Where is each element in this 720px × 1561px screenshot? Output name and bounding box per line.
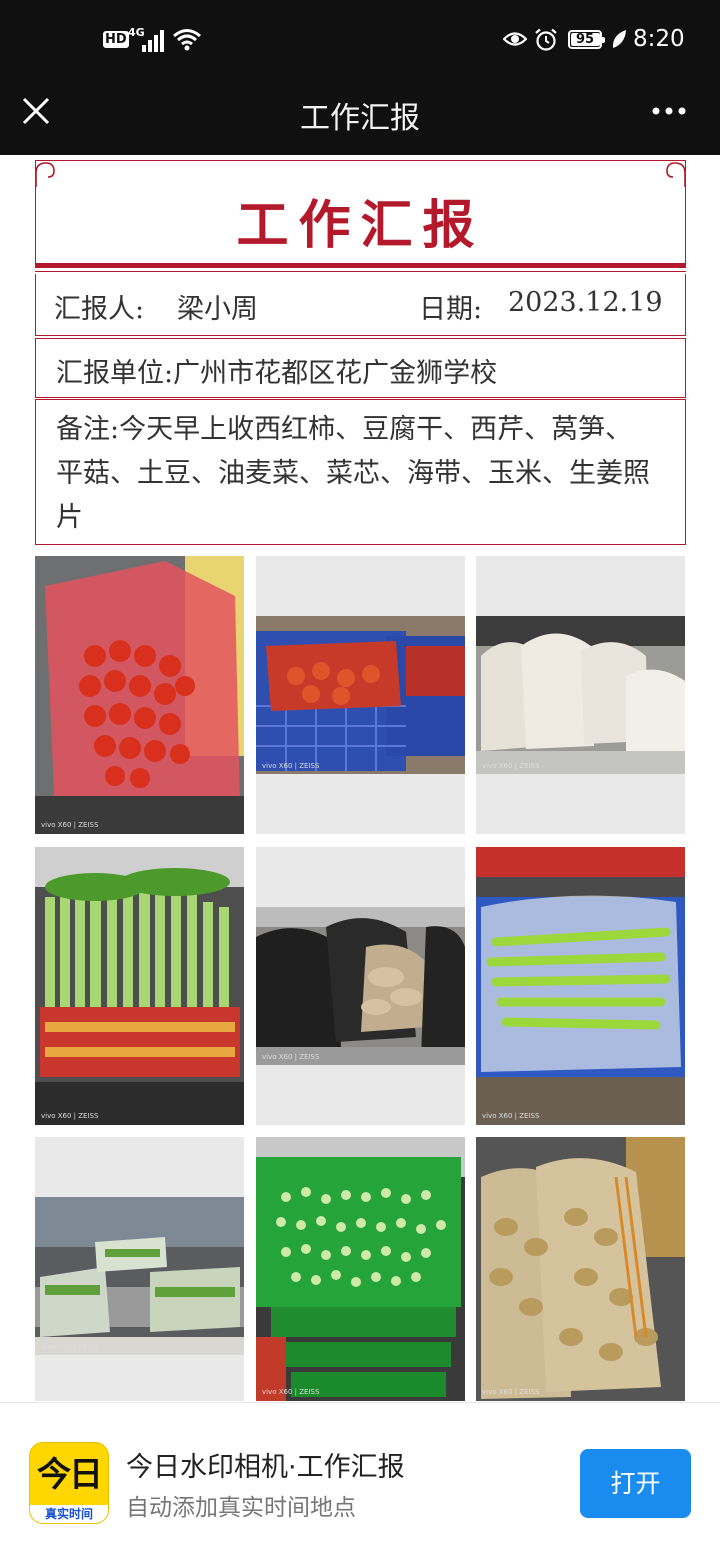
- photo-watermark: vivo X60 | ZEISS: [262, 1388, 320, 1396]
- photo-watermark: vivo X60 | ZEISS: [41, 1112, 99, 1120]
- open-button[interactable]: 打开: [580, 1449, 691, 1518]
- app-name: 今日水印相机·工作汇报: [126, 1452, 405, 1483]
- wifi-icon: [173, 29, 201, 51]
- photo-watermark: vivo X60 | ZEISS: [482, 1388, 540, 1396]
- photo-image: [476, 1137, 685, 1401]
- photo-watermark: vivo X60 | ZEISS: [482, 762, 540, 770]
- photo-grid: vivo X60 | ZEISS vivo X60 | ZEISS vivo X…: [35, 556, 686, 1401]
- photo-choy-sum[interactable]: vivo X60 | ZEISS: [256, 1137, 465, 1401]
- report-header: 工作汇报: [35, 160, 686, 267]
- date-label: 日期:: [419, 294, 483, 325]
- reporter-name: 梁小周: [177, 294, 258, 325]
- photo-image: [256, 1137, 465, 1401]
- photo-image: [35, 847, 244, 1125]
- more-icon[interactable]: [651, 106, 687, 116]
- report-unit: 汇报单位:广州市花都区花广金狮学校: [56, 358, 498, 389]
- photo-lettuce-stems[interactable]: vivo X60 | ZEISS: [476, 847, 685, 1125]
- top-bar: HD 4G 95 8:20 工作汇报: [0, 0, 720, 155]
- photo-dried-tofu[interactable]: vivo X60 | ZEISS: [476, 556, 685, 834]
- note-row: 备注:今天早上收西红柿、豆腐干、西芹、莴笋、平菇、土豆、油麦菜、菜芯、海带、玉米…: [35, 399, 686, 545]
- battery-icon: 95: [568, 30, 605, 49]
- photo-image: [256, 907, 465, 1065]
- photo-image: [256, 616, 465, 774]
- leaf-icon: [612, 30, 626, 48]
- unit-row: 汇报单位:广州市花都区花广金狮学校: [35, 338, 686, 398]
- app-subtitle: 自动添加真实时间地点: [126, 1495, 356, 1521]
- signal-icon: [142, 26, 168, 52]
- clock: 8:20: [633, 26, 685, 52]
- photo-potatoes[interactable]: vivo X60 | ZEISS: [476, 1137, 685, 1401]
- photo-watermark: vivo X60 | ZEISS: [41, 1343, 99, 1351]
- app-banner: 今日 真实时间 今日水印相机·工作汇报 自动添加真实时间地点 打开: [0, 1402, 720, 1561]
- alarm-icon: [535, 28, 557, 51]
- photo-watermark: vivo X60 | ZEISS: [262, 1053, 320, 1061]
- photo-image: [476, 616, 685, 774]
- photo-image: [35, 556, 244, 834]
- nav-bar: 工作汇报: [0, 73, 720, 153]
- photo-watermark: vivo X60 | ZEISS: [262, 762, 320, 770]
- divider: [35, 263, 686, 268]
- photo-you-mai-lettuce[interactable]: vivo X60 | ZEISS: [35, 1137, 244, 1401]
- report-note: 备注:今天早上收西红柿、豆腐干、西芹、莴笋、平菇、土豆、油麦菜、菜芯、海带、玉米…: [56, 414, 650, 533]
- reporter-row: 汇报人: 梁小周 日期: 2023.12.19: [35, 274, 686, 336]
- photo-image: [35, 1197, 244, 1355]
- logo-text: 今日: [37, 1455, 103, 1495]
- status-bar: HD 4G 95 8:20: [0, 18, 720, 68]
- photo-watermark: vivo X60 | ZEISS: [41, 821, 99, 829]
- photo-celery[interactable]: vivo X60 | ZEISS: [35, 847, 244, 1125]
- divider: [35, 271, 686, 272]
- hd-badge: HD: [103, 31, 129, 48]
- battery-percent: 95: [575, 32, 595, 47]
- photo-tomatoes-crates[interactable]: vivo X60 | ZEISS: [256, 556, 465, 834]
- app-logo[interactable]: 今日 真实时间: [29, 1442, 109, 1524]
- report-date: 2023.12.19: [508, 287, 663, 318]
- page-title: 工作汇报: [300, 101, 420, 136]
- photo-mushrooms[interactable]: vivo X60 | ZEISS: [256, 847, 465, 1125]
- photo-watermark: vivo X60 | ZEISS: [482, 1112, 540, 1120]
- reporter-label: 汇报人:: [54, 294, 145, 325]
- photo-image: [476, 847, 685, 1125]
- report-title: 工作汇报: [236, 195, 485, 256]
- eye-icon: [503, 32, 527, 46]
- photo-tomatoes-bag[interactable]: vivo X60 | ZEISS: [35, 556, 244, 834]
- logo-strip: 真实时间: [30, 1505, 108, 1523]
